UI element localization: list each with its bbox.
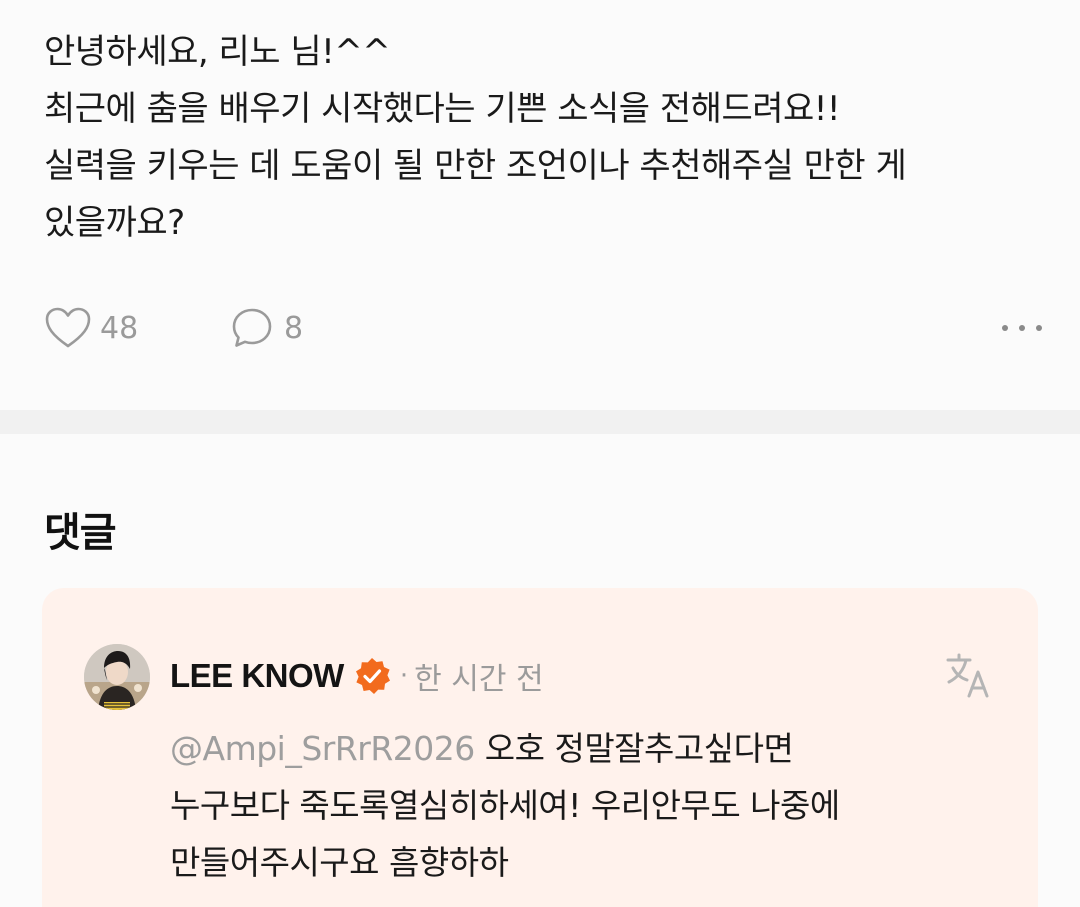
like-count: 48 — [100, 310, 139, 346]
post-line: 실력을 키우는 데 도움이 될 만한 조언이나 추천해주실 만한 게 — [44, 146, 907, 186]
mention-link[interactable]: @Ampi_SrRrR2026 — [170, 729, 475, 768]
more-icon — [1002, 325, 1042, 331]
post-actions: 48 8 — [44, 302, 1044, 354]
comment-line: 누구보다 죽도록열심히하세여! 우리안무도 나중에 — [170, 786, 840, 825]
meta-separator: · — [399, 661, 409, 691]
comment-body: @Ampi_SrRrR2026 오호 정말잘추고싶다면 누구보다 죽도록열심히하… — [170, 720, 1000, 891]
post-line: 최근에 춤을 배우기 시작했다는 기쁜 소식을 전해드려요!! — [44, 89, 841, 129]
comment-line: 만들어주시구요 흠향하하 — [170, 843, 509, 882]
comment-line: @Ampi_SrRrR2026 오호 정말잘추고싶다면 — [170, 720, 1000, 777]
like-button[interactable]: 48 — [44, 302, 138, 354]
comment-button[interactable]: 8 — [230, 302, 303, 354]
comment-timestamp: 한 시간 전 — [414, 662, 544, 697]
comment-count: 8 — [284, 310, 304, 346]
post: 안녕하세요, 리노 님!^^ 최근에 춤을 배우기 시작했다는 기쁜 소식을 전… — [0, 0, 1080, 410]
section-divider — [0, 410, 1080, 434]
post-body: 안녕하세요, 리노 님!^^ 최근에 춤을 배우기 시작했다는 기쁜 소식을 전… — [44, 24, 1044, 252]
comment-bubble-icon — [232, 308, 272, 347]
comments-heading: 댓글 — [44, 510, 117, 556]
translate-icon[interactable] — [944, 650, 994, 700]
post-line: 안녕하세요, 리노 님!^^ — [44, 32, 391, 72]
post-line: 있을까요? — [44, 203, 185, 243]
comment-line-text: 오호 정말잘추고싶다면 — [474, 729, 794, 768]
verified-badge-icon — [355, 658, 390, 694]
heart-icon — [45, 307, 91, 348]
page: 안녕하세요, 리노 님!^^ 최근에 춤을 배우기 시작했다는 기쁜 소식을 전… — [0, 0, 1080, 907]
author-name[interactable]: LEE KNOW — [170, 657, 344, 695]
comments-section: 댓글 LEE KNOW · 한 시간 전 @Ampi_SrRrR2026 오호 … — [0, 434, 1080, 907]
avatar[interactable] — [84, 644, 150, 710]
comment-card[interactable]: LEE KNOW · 한 시간 전 @Ampi_SrRrR2026 오호 정말잘… — [42, 588, 1038, 907]
comment-meta: LEE KNOW · 한 시간 전 — [170, 652, 544, 700]
more-options-button[interactable] — [992, 302, 1044, 354]
